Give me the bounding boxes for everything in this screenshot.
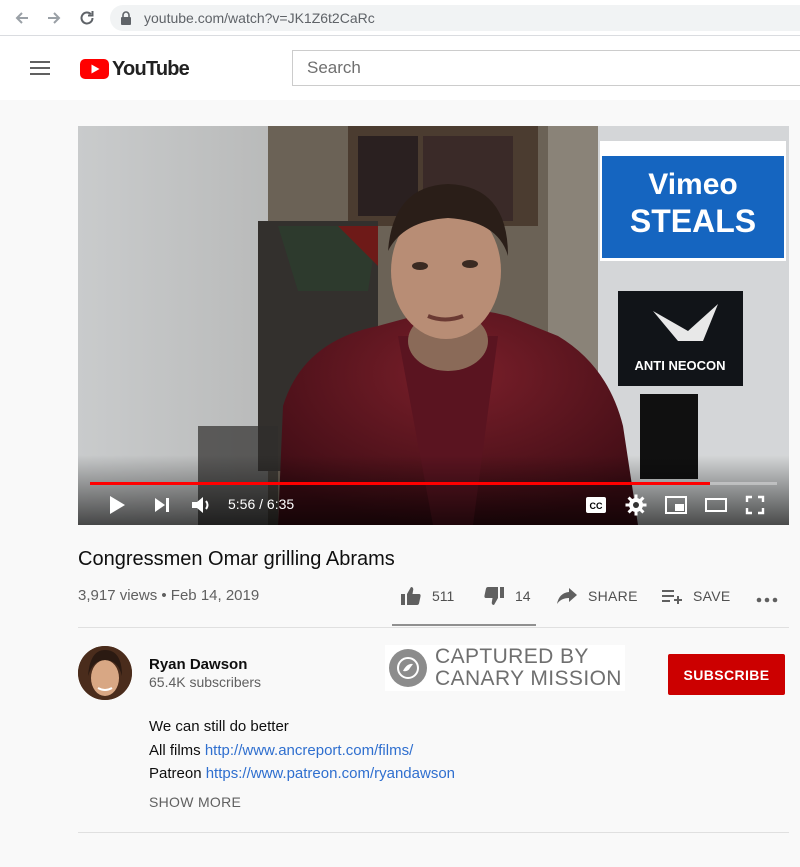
youtube-header: YouTube — [0, 36, 800, 100]
time-display: 5:56 / 6:35 — [228, 496, 295, 512]
progress-fill — [90, 482, 710, 485]
divider — [78, 627, 789, 628]
search-box[interactable] — [292, 50, 800, 86]
like-count: 511 — [432, 588, 455, 604]
fullscreen-icon[interactable] — [745, 495, 765, 515]
like-button[interactable]: 511 — [400, 586, 454, 606]
canary-bird-icon — [389, 649, 427, 687]
poster-text: ANTI NEOCON — [635, 358, 726, 373]
settings-gear-icon[interactable] — [625, 494, 647, 516]
patreon-label: Patreon — [149, 765, 206, 782]
thumbs-up-icon — [401, 587, 421, 605]
video-title: Congressmen Omar grilling Abrams — [78, 548, 395, 570]
svg-text:CC: CC — [590, 501, 603, 511]
volume-icon[interactable] — [190, 494, 212, 516]
search-input[interactable] — [293, 51, 800, 85]
description-line: We can still do better — [149, 718, 289, 735]
miniplayer-icon[interactable] — [664, 495, 688, 515]
more-actions-icon[interactable] — [755, 596, 779, 604]
channel-name[interactable]: Ryan Dawson — [149, 656, 247, 673]
description-patreon-line: Patreon https://www.patreon.com/ryandaws… — [149, 765, 455, 782]
sign-line-1: Vimeo — [648, 168, 738, 201]
video-player[interactable]: Vimeo STEALS ANTI NEOCON 5:56 / 6:35 CC — [78, 126, 789, 525]
description-films-line: All films http://www.ancreport.com/films… — [149, 742, 413, 759]
hamburger-menu-icon[interactable] — [28, 58, 52, 78]
watermark: CAPTURED BY CANARY MISSION — [385, 645, 625, 691]
share-button[interactable]: SHARE — [556, 586, 638, 606]
lock-icon — [121, 11, 131, 25]
subscribe-button[interactable]: SUBSCRIBE — [668, 654, 785, 695]
save-button[interactable]: SAVE — [661, 586, 731, 606]
show-more-button[interactable]: SHOW MORE — [149, 794, 241, 810]
reload-icon[interactable] — [77, 8, 97, 28]
share-arrow-icon — [557, 588, 577, 604]
url-text: youtube.com/watch?v=JK1Z6t2CaRc — [144, 10, 375, 26]
share-label: SHARE — [588, 588, 638, 604]
play-icon[interactable] — [106, 494, 128, 516]
save-label: SAVE — [693, 588, 731, 604]
address-bar[interactable]: youtube.com/watch?v=JK1Z6t2CaRc — [110, 5, 800, 31]
youtube-logo[interactable]: YouTube — [80, 57, 190, 81]
back-arrow-icon[interactable] — [12, 8, 32, 28]
browser-toolbar: youtube.com/watch?v=JK1Z6t2CaRc — [0, 0, 800, 36]
subscriber-count: 65.4K subscribers — [149, 674, 262, 690]
logo-text: YouTube — [112, 57, 190, 80]
avatar[interactable] — [78, 646, 132, 700]
sign-line-2: STEALS — [630, 203, 756, 239]
captions-icon[interactable]: CC — [585, 496, 607, 514]
youtube-play-logo-icon — [80, 59, 109, 79]
progress-bar[interactable] — [90, 482, 777, 485]
patreon-link[interactable]: https://www.patreon.com/ryandawson — [206, 765, 455, 782]
thumbs-down-icon — [484, 587, 504, 605]
watermark-line-2: CANARY MISSION — [435, 667, 622, 690]
theater-mode-icon[interactable] — [704, 497, 728, 513]
dislike-count: 14 — [515, 588, 531, 604]
like-ratio-bar — [392, 624, 536, 626]
add-to-playlist-icon — [662, 590, 682, 604]
films-label: All films — [149, 742, 205, 759]
dislike-button[interactable]: 14 — [483, 586, 531, 606]
forward-arrow-icon[interactable] — [44, 8, 64, 28]
watermark-line-1: CAPTURED BY — [435, 645, 589, 668]
next-video-icon[interactable] — [152, 496, 172, 514]
channel-avatar-image — [78, 646, 132, 700]
views-and-date: 3,917 views • Feb 14, 2019 — [78, 587, 260, 604]
films-link[interactable]: http://www.ancreport.com/films/ — [205, 742, 413, 759]
divider — [78, 832, 789, 833]
